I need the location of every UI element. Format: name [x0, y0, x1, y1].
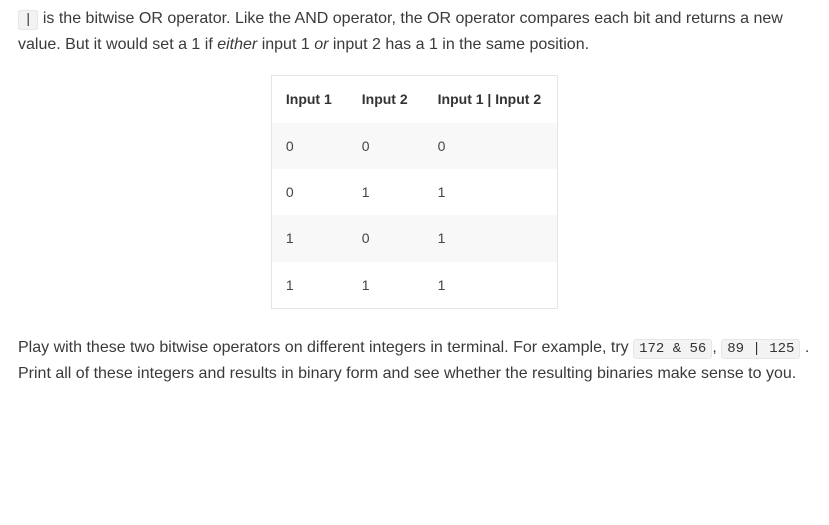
- table-header-row: Input 1 Input 2 Input 1 | Input 2: [271, 76, 557, 123]
- intro-em-or: or: [314, 36, 328, 53]
- outro-comma: ,: [712, 339, 721, 356]
- intro-text-c: input 2 has a 1 in the same position.: [328, 36, 589, 53]
- table-row: 0 0 0: [271, 123, 557, 169]
- cell-out: 1: [424, 262, 558, 309]
- truth-table-container: Input 1 Input 2 Input 1 | Input 2 0 0 0 …: [18, 75, 811, 309]
- intro-paragraph: | is the bitwise OR operator. Like the A…: [18, 6, 811, 57]
- outro-text-a: Play with these two bitwise operators on…: [18, 339, 633, 356]
- cell-out: 1: [424, 215, 558, 261]
- table-row: 0 1 1: [271, 169, 557, 215]
- intro-em-either: either: [217, 36, 257, 53]
- intro-text-b: input 1: [257, 36, 314, 53]
- table-row: 1 1 1: [271, 262, 557, 309]
- cell-in1: 0: [271, 123, 347, 169]
- cell-in1: 1: [271, 262, 347, 309]
- cell-in2: 0: [348, 123, 424, 169]
- example-code-and: 172 & 56: [633, 339, 712, 359]
- cell-in2: 1: [348, 169, 424, 215]
- or-truth-table: Input 1 Input 2 Input 1 | Input 2 0 0 0 …: [271, 75, 558, 309]
- header-input2: Input 2: [348, 76, 424, 123]
- cell-out: 1: [424, 169, 558, 215]
- outro-paragraph: Play with these two bitwise operators on…: [18, 335, 811, 386]
- example-code-or: 89 | 125: [721, 339, 800, 359]
- header-result: Input 1 | Input 2: [424, 76, 558, 123]
- cell-in2: 1: [348, 262, 424, 309]
- table-row: 1 0 1: [271, 215, 557, 261]
- or-operator-code: |: [18, 10, 38, 30]
- cell-in2: 0: [348, 215, 424, 261]
- cell-in1: 1: [271, 215, 347, 261]
- header-input1: Input 1: [271, 76, 347, 123]
- cell-in1: 0: [271, 169, 347, 215]
- cell-out: 0: [424, 123, 558, 169]
